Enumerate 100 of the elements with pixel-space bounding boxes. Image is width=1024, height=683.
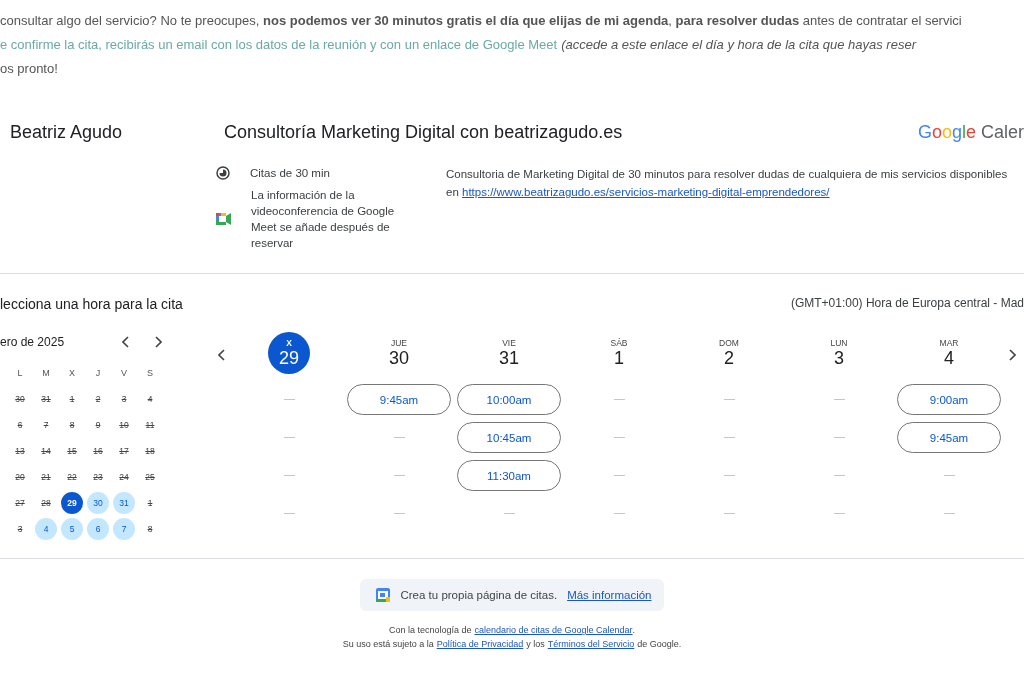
calendar-day[interactable]: 30 bbox=[9, 388, 31, 410]
footer-text: Su uso está sujeto a la bbox=[342, 638, 434, 651]
appointment-title: Consultoría Marketing Digital con beatrizagudo.es bbox=[224, 122, 624, 143]
calendar-day[interactable]: 29 bbox=[61, 492, 83, 514]
no-slot-dash bbox=[723, 399, 735, 400]
weekday-label: V bbox=[120, 367, 128, 380]
calendar-day[interactable]: 15 bbox=[61, 440, 83, 462]
no-slot-dash bbox=[393, 437, 405, 438]
weekday-label: L bbox=[16, 367, 24, 380]
calendar-day[interactable]: 7 bbox=[35, 414, 57, 436]
time-slot-button[interactable]: 10:00am bbox=[457, 384, 561, 415]
calendar-day[interactable]: 28 bbox=[35, 492, 57, 514]
day-header[interactable]: SÁB 1 bbox=[598, 332, 640, 374]
weekday-label: M bbox=[41, 367, 51, 380]
calendar-day[interactable]: 25 bbox=[139, 466, 161, 488]
calendar-day[interactable]: 23 bbox=[87, 466, 109, 488]
clock-icon bbox=[216, 166, 230, 180]
timezone-text: (GMT+01:00) Hora de Europa central - Mad bbox=[790, 296, 1024, 312]
day-header[interactable]: X 29 bbox=[268, 332, 310, 374]
no-slot-dash bbox=[943, 475, 955, 476]
day-header[interactable]: LUN 3 bbox=[818, 332, 860, 374]
footer-link[interactable]: calendario de citas de Google Calendar bbox=[474, 623, 633, 637]
calendar-day[interactable]: 20 bbox=[9, 466, 31, 488]
calendar-day[interactable]: 2 bbox=[87, 388, 109, 410]
calendar-day[interactable]: 24 bbox=[113, 466, 135, 488]
calendar-day[interactable]: 21 bbox=[35, 466, 57, 488]
meet-info-text: La información de la videoconferencia de Google Meet se añade después de reservar bbox=[251, 188, 396, 251]
highlighted-text: e confirme la cita, recibirás un email con los datos de la reunión y con un enlace de Google Meet bbox=[0, 36, 558, 54]
calendar-day[interactable]: 31 bbox=[113, 492, 135, 514]
no-slot-dash bbox=[723, 437, 735, 438]
calendar-day[interactable]: 14 bbox=[35, 440, 57, 462]
promo-text: Crea tu propia página de citas. bbox=[400, 589, 558, 601]
no-slot-dash bbox=[613, 399, 625, 400]
calendar-day[interactable]: 3 bbox=[113, 388, 135, 410]
note-text: (accede a este enlace el día y hora de la cita que hayas reser bbox=[561, 36, 916, 54]
footer-text: Con la tecnología de bbox=[388, 624, 472, 637]
calendar-day[interactable]: 8 bbox=[61, 414, 83, 436]
calendar-day[interactable]: 18 bbox=[139, 440, 161, 462]
no-slot-dash bbox=[943, 513, 955, 514]
calendar-day[interactable]: 6 bbox=[9, 414, 31, 436]
time-slot-button[interactable]: 11:30am bbox=[457, 460, 561, 491]
calendar-day[interactable]: 4 bbox=[139, 388, 161, 410]
calendar-day[interactable]: 17 bbox=[113, 440, 135, 462]
calendar-day[interactable]: 30 bbox=[87, 492, 109, 514]
calendar-day[interactable]: 22 bbox=[61, 466, 83, 488]
no-slot-dash bbox=[833, 513, 845, 514]
calendar-day[interactable]: 5 bbox=[61, 518, 83, 540]
day-header[interactable]: MAR 4 bbox=[928, 332, 970, 374]
day-header[interactable]: DOM 2 bbox=[708, 332, 750, 374]
calendar-day[interactable]: 27 bbox=[9, 492, 31, 514]
calendar-logo: Google Caler bbox=[917, 122, 1024, 143]
footer-text: y los bbox=[526, 638, 545, 651]
day-header[interactable]: VIE 31 bbox=[488, 332, 530, 374]
no-slot-dash bbox=[283, 399, 295, 400]
video-camera-icon bbox=[216, 213, 231, 225]
description-text: Consultoria de Marketing Digital de 30 minutos para resolver dudas de cualquiera de mis servicios disponibles en https://www.beatrizagudo.es/servicios-marketing-digital-emprendedores/ bbox=[446, 167, 1009, 200]
no-slot-dash bbox=[833, 437, 845, 438]
no-slot-dash bbox=[833, 475, 845, 476]
calendar-day[interactable]: 3 bbox=[9, 518, 31, 540]
more-info-link[interactable]: Más información bbox=[567, 589, 652, 601]
calendar-day[interactable]: 1 bbox=[139, 492, 161, 514]
no-slot-dash bbox=[723, 475, 735, 476]
calendar-day[interactable]: 7 bbox=[113, 518, 135, 540]
month-title: ero de 2025 bbox=[0, 335, 66, 349]
calendar-day[interactable]: 11 bbox=[139, 414, 161, 436]
no-slot-dash bbox=[613, 437, 625, 438]
no-slot-dash bbox=[283, 513, 295, 514]
privacy-link[interactable]: Política de Privacidad bbox=[436, 637, 524, 651]
intro-text: consultar algo del servicio? No te preocupes, nos podemos ver 30 minutos gratis el día que elijas de mi agenda, para resolver dudas antes de contratar el servici bbox=[0, 12, 962, 30]
no-slot-dash bbox=[723, 513, 735, 514]
footer-text: de Google. bbox=[637, 638, 682, 651]
time-slot-button[interactable]: 9:45am bbox=[897, 422, 1001, 453]
weekday-label: S bbox=[146, 367, 154, 380]
chevron-left-icon bbox=[122, 336, 130, 348]
chevron-right-icon bbox=[1008, 349, 1016, 361]
no-slot-dash bbox=[393, 475, 405, 476]
calendar-day[interactable]: 6 bbox=[87, 518, 109, 540]
day-header[interactable]: JUE 30 bbox=[378, 332, 420, 374]
no-slot-dash bbox=[393, 513, 405, 514]
calendar-icon bbox=[376, 588, 391, 602]
weekday-label: X bbox=[68, 367, 76, 380]
time-slot-button[interactable]: 9:45am bbox=[347, 384, 451, 415]
calendar-day[interactable]: 16 bbox=[87, 440, 109, 462]
time-slot-button[interactable]: 9:00am bbox=[897, 384, 1001, 415]
description-link[interactable]: https://www.beatrizagudo.es/servicios-marketing-digital-emprendedores/ bbox=[462, 186, 830, 198]
calendar-day[interactable]: 4 bbox=[35, 518, 57, 540]
no-slot-dash bbox=[613, 475, 625, 476]
terms-link[interactable]: Términos del Servicio bbox=[547, 637, 635, 651]
no-slot-dash bbox=[283, 437, 295, 438]
calendar-day[interactable]: 9 bbox=[87, 414, 109, 436]
calendar-day[interactable]: 31 bbox=[35, 388, 57, 410]
chevron-left-icon bbox=[218, 349, 226, 361]
time-slot-button[interactable]: 10:45am bbox=[457, 422, 561, 453]
calendar-day[interactable]: 10 bbox=[113, 414, 135, 436]
calendar-day[interactable]: 13 bbox=[9, 440, 31, 462]
closing-text: os pronto! bbox=[0, 60, 58, 78]
calendar-day[interactable]: 1 bbox=[61, 388, 83, 410]
calendar-day[interactable]: 8 bbox=[139, 518, 161, 540]
chevron-right-icon bbox=[154, 336, 162, 348]
weekday-label: J bbox=[94, 367, 102, 380]
